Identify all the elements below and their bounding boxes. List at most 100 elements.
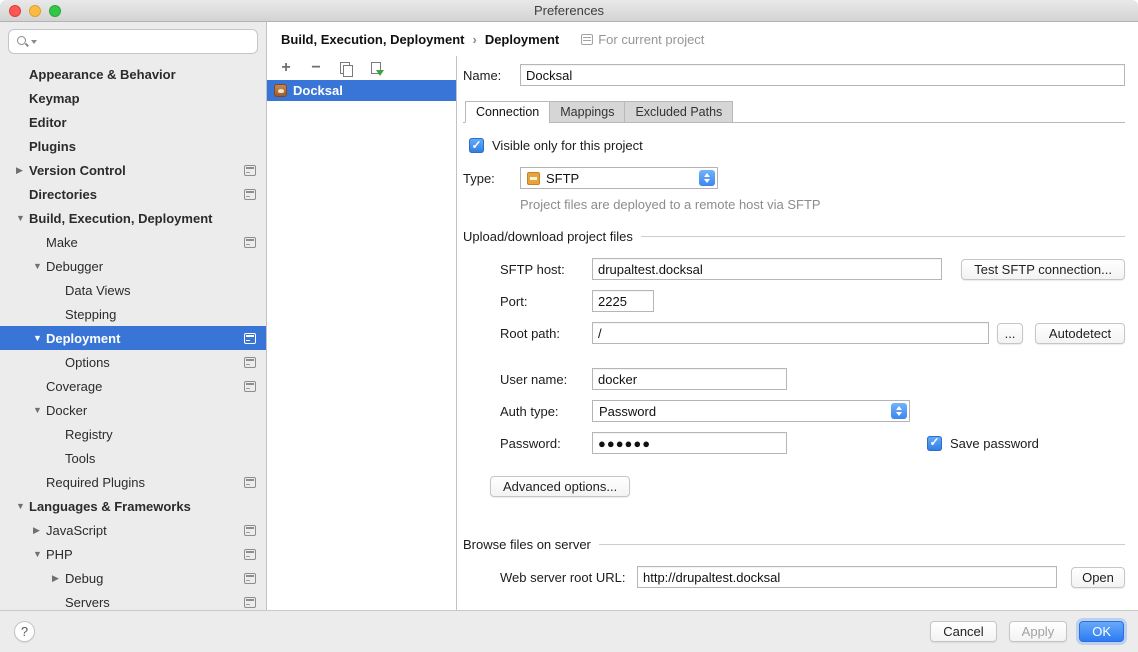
section-upload-label: Upload/download project files	[463, 229, 633, 244]
apply-button[interactable]: Apply	[1009, 621, 1068, 642]
sidebar-item-plugins[interactable]: Plugins	[0, 134, 266, 158]
sftp-host-input[interactable]	[592, 258, 942, 280]
breadcrumb-separator: ›	[472, 32, 476, 47]
auth-type-select[interactable]: Password	[592, 400, 910, 422]
copy-server-button[interactable]	[337, 59, 355, 77]
sidebar-item-docker[interactable]: Docker	[0, 398, 266, 422]
remove-server-button[interactable]: −	[307, 59, 325, 77]
help-button[interactable]: ?	[14, 621, 35, 642]
sidebar-item-directories[interactable]: Directories	[0, 182, 266, 206]
sidebar-item-make[interactable]: Make	[0, 230, 266, 254]
sidebar-item-php[interactable]: PHP	[0, 542, 266, 566]
type-help-text: Project files are deployed to a remote h…	[520, 197, 1125, 212]
cancel-button[interactable]: Cancel	[930, 621, 996, 642]
server-list-panel: + − Docksal	[267, 56, 457, 610]
sidebar-item-version-control[interactable]: Version Control	[0, 158, 266, 182]
chevron-down-icon[interactable]	[33, 333, 46, 343]
project-scope-icon	[244, 333, 256, 344]
copy-icon	[340, 62, 352, 75]
root-path-input[interactable]	[592, 322, 989, 344]
sidebar-item-keymap[interactable]: Keymap	[0, 86, 266, 110]
window-controls	[9, 5, 61, 17]
chevron-down-icon[interactable]	[33, 549, 46, 559]
content-area: Build, Execution, Deployment › Deploymen…	[267, 22, 1138, 610]
section-browse-files: Browse files on server	[463, 537, 1125, 552]
sidebar-item-data-views[interactable]: Data Views	[0, 278, 266, 302]
sidebar-item-javascript[interactable]: JavaScript	[0, 518, 266, 542]
chevron-down-icon[interactable]	[16, 213, 29, 223]
ok-button[interactable]: OK	[1079, 621, 1124, 642]
scope-indicator: For current project	[581, 32, 704, 47]
preferences-window: Preferences Appearance & Behavior Keymap…	[0, 0, 1138, 652]
visible-only-checkbox[interactable]: Visible only for this project	[469, 138, 1125, 153]
sidebar-item-deployment[interactable]: Deployment	[0, 326, 266, 350]
type-row: Type: SFTP	[463, 167, 1125, 189]
tab-connection[interactable]: Connection	[465, 101, 550, 123]
breadcrumb: Build, Execution, Deployment › Deploymen…	[267, 22, 1138, 56]
sidebar-item-options[interactable]: Options	[0, 350, 266, 374]
test-sftp-connection-button[interactable]: Test SFTP connection...	[961, 259, 1125, 280]
main-area: Appearance & Behavior Keymap Editor Plug…	[0, 22, 1138, 610]
open-url-button[interactable]: Open	[1071, 567, 1125, 588]
project-scope-icon	[244, 573, 256, 584]
user-name-input[interactable]	[592, 368, 787, 390]
type-select[interactable]: SFTP	[520, 167, 718, 189]
window-titlebar: Preferences	[0, 0, 1138, 22]
browse-root-path-button[interactable]: ...	[997, 323, 1023, 344]
footer-buttons: Cancel Apply OK	[930, 621, 1124, 642]
sidebar-item-required-plugins[interactable]: Required Plugins	[0, 470, 266, 494]
add-server-button[interactable]: +	[277, 59, 295, 77]
advanced-options-button[interactable]: Advanced options...	[490, 476, 630, 497]
window-title: Preferences	[534, 3, 604, 18]
server-list-item[interactable]: Docksal	[267, 80, 456, 101]
settings-search-box[interactable]	[8, 29, 258, 54]
web-root-row: Web server root URL: Open	[500, 566, 1125, 588]
port-input[interactable]	[592, 290, 654, 312]
sidebar-item-servers[interactable]: Servers	[0, 590, 266, 610]
docksal-server-icon	[274, 84, 287, 97]
password-input[interactable]	[592, 432, 787, 454]
search-options-chevron-icon[interactable]	[31, 40, 37, 44]
breadcrumb-parent[interactable]: Build, Execution, Deployment	[281, 32, 464, 47]
chevron-right-icon[interactable]	[52, 573, 65, 584]
sidebar-item-appearance-behavior[interactable]: Appearance & Behavior	[0, 62, 266, 86]
sidebar-item-tools[interactable]: Tools	[0, 446, 266, 470]
chevron-down-icon[interactable]	[33, 261, 46, 271]
footer-bar: ? Cancel Apply OK	[0, 610, 1138, 652]
sidebar-item-debugger[interactable]: Debugger	[0, 254, 266, 278]
minimize-window-button[interactable]	[29, 5, 41, 17]
type-label: Type:	[463, 171, 520, 186]
chevron-right-icon[interactable]	[33, 525, 46, 536]
server-name-input[interactable]	[520, 64, 1125, 86]
sidebar-item-coverage[interactable]: Coverage	[0, 374, 266, 398]
sidebar-item-registry[interactable]: Registry	[0, 422, 266, 446]
chevron-down-icon[interactable]	[33, 405, 46, 415]
default-server-button[interactable]	[367, 59, 385, 77]
autodetect-button[interactable]: Autodetect	[1035, 323, 1125, 344]
settings-sidebar: Appearance & Behavior Keymap Editor Plug…	[0, 22, 267, 610]
search-input[interactable]	[39, 35, 250, 49]
chevron-down-icon[interactable]	[16, 501, 29, 511]
sftp-host-row: SFTP host: Test SFTP connection...	[500, 258, 1125, 280]
tab-excluded-paths[interactable]: Excluded Paths	[624, 101, 733, 123]
chevron-right-icon[interactable]	[16, 165, 29, 176]
server-list: Docksal	[267, 80, 456, 101]
project-scope-icon	[244, 165, 256, 176]
project-scope-icon	[244, 477, 256, 488]
sidebar-item-stepping[interactable]: Stepping	[0, 302, 266, 326]
settings-tabs: Connection Mappings Excluded Paths	[463, 100, 1125, 123]
web-root-input[interactable]	[637, 566, 1057, 588]
sidebar-item-build-execution-deployment[interactable]: Build, Execution, Deployment	[0, 206, 266, 230]
web-root-label: Web server root URL:	[500, 570, 637, 585]
port-label: Port:	[500, 294, 592, 309]
settings-tree: Appearance & Behavior Keymap Editor Plug…	[0, 60, 266, 610]
close-window-button[interactable]	[9, 5, 21, 17]
sheet-with-green-arrow-icon	[371, 62, 381, 74]
save-password-checkbox[interactable]: Save password	[927, 436, 1039, 451]
tab-mappings[interactable]: Mappings	[549, 101, 625, 123]
project-scope-icon	[244, 189, 256, 200]
sidebar-item-debug[interactable]: Debug	[0, 566, 266, 590]
zoom-window-button[interactable]	[49, 5, 61, 17]
sidebar-item-editor[interactable]: Editor	[0, 110, 266, 134]
sidebar-item-languages-frameworks[interactable]: Languages & Frameworks	[0, 494, 266, 518]
